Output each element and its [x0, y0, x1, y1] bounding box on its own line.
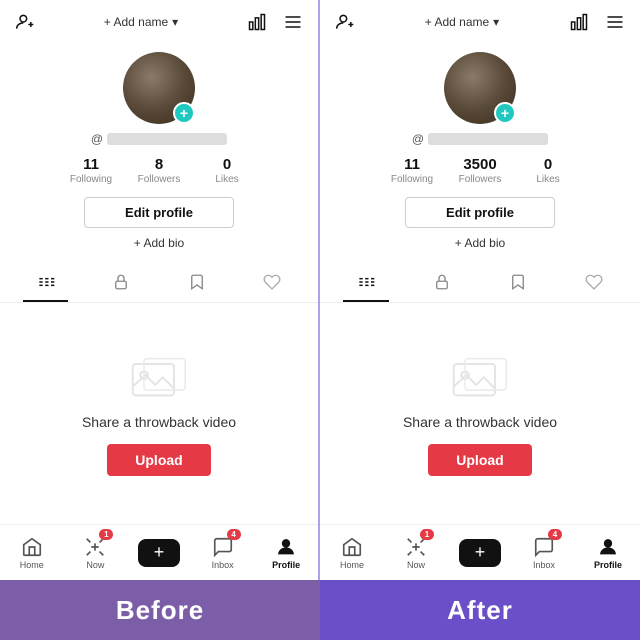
after-menu-icon[interactable]: [604, 11, 626, 33]
before-profile: + @ 11 Following 8 Followers 0 Likes: [0, 44, 318, 262]
after-avatar-add-icon[interactable]: +: [494, 102, 516, 124]
before-label: Before: [0, 580, 320, 640]
before-tabs: [0, 262, 318, 303]
before-following-stat[interactable]: 11 Following: [67, 156, 115, 185]
after-nav-inbox[interactable]: 4 Inbox: [512, 525, 576, 580]
before-avatar: +: [123, 52, 195, 124]
before-upload-button[interactable]: Upload: [107, 444, 210, 476]
after-panel: + Add name ▾ +: [320, 0, 640, 580]
after-tab-grid[interactable]: [328, 262, 404, 302]
before-add-bio-button[interactable]: + Add bio: [126, 234, 192, 252]
after-add-profile-icon[interactable]: [334, 11, 356, 33]
before-tab-bookmark[interactable]: [159, 262, 235, 302]
before-nav-now[interactable]: 1 Now: [64, 525, 128, 580]
after-add-name-button[interactable]: + Add name ▾: [425, 15, 499, 29]
before-nav-inbox[interactable]: 4 Inbox: [191, 525, 255, 580]
after-header: + Add name ▾: [320, 0, 640, 44]
throwback-icon: [129, 352, 189, 402]
before-stats: 11 Following 8 Followers 0 Likes: [67, 156, 251, 185]
after-throwback-icon: [450, 352, 510, 402]
before-bottom-nav: Home 1 Now + 4 Inbox: [0, 524, 318, 580]
before-inbox-badge: 4: [227, 529, 241, 540]
before-header: + Add name ▾: [0, 0, 318, 44]
before-tab-lock[interactable]: [84, 262, 160, 302]
after-avatar: +: [444, 52, 516, 124]
before-create-button[interactable]: +: [138, 539, 180, 567]
after-nav-home[interactable]: Home: [320, 525, 384, 580]
after-nav-create[interactable]: +: [448, 525, 512, 580]
after-followers-stat[interactable]: 3500 Followers: [456, 156, 504, 185]
after-profile: + @ 11 Following 3500 Followers 0 Likes: [320, 44, 640, 262]
before-username: @: [91, 132, 227, 146]
before-likes-stat[interactable]: 0 Likes: [203, 156, 251, 185]
before-tab-grid[interactable]: [8, 262, 84, 302]
after-tab-bookmark[interactable]: [480, 262, 556, 302]
after-nav-now[interactable]: 1 Now: [384, 525, 448, 580]
after-stats: 11 Following 3500 Followers 0 Likes: [388, 156, 572, 185]
after-tab-heart[interactable]: [556, 262, 632, 302]
before-content: Share a throwback video Upload: [0, 303, 318, 524]
after-throwback-text: Share a throwback video: [403, 414, 557, 430]
add-profile-icon[interactable]: [14, 11, 36, 33]
after-add-bio-button[interactable]: + Add bio: [447, 234, 513, 252]
before-followers-stat[interactable]: 8 Followers: [135, 156, 183, 185]
add-name-button[interactable]: + Add name ▾: [104, 15, 178, 29]
avatar-add-icon[interactable]: +: [173, 102, 195, 124]
before-nav-create[interactable]: +: [127, 525, 191, 580]
before-tab-heart[interactable]: [235, 262, 311, 302]
after-tabs: [320, 262, 640, 303]
after-bottom-nav: Home 1 Now + 4 Inbox: [320, 524, 640, 580]
label-bar: Before After: [0, 580, 640, 640]
after-create-button[interactable]: +: [459, 539, 501, 567]
after-inbox-badge: 4: [548, 529, 562, 540]
after-following-stat[interactable]: 11 Following: [388, 156, 436, 185]
analytics-icon[interactable]: [246, 11, 268, 33]
after-content: Share a throwback video Upload: [320, 303, 640, 524]
before-throwback-text: Share a throwback video: [82, 414, 236, 430]
before-edit-profile-button[interactable]: Edit profile: [84, 197, 234, 228]
menu-icon[interactable]: [282, 11, 304, 33]
after-upload-button[interactable]: Upload: [428, 444, 531, 476]
after-now-badge: 1: [420, 529, 434, 540]
after-label: After: [320, 580, 640, 640]
after-nav-profile[interactable]: Profile: [576, 525, 640, 580]
before-nav-profile[interactable]: Profile: [254, 525, 318, 580]
before-now-badge: 1: [99, 529, 113, 540]
after-edit-profile-button[interactable]: Edit profile: [405, 197, 555, 228]
after-likes-stat[interactable]: 0 Likes: [524, 156, 572, 185]
after-analytics-icon[interactable]: [568, 11, 590, 33]
after-username: @: [412, 132, 548, 146]
before-nav-home[interactable]: Home: [0, 525, 64, 580]
before-panel: + Add name ▾ +: [0, 0, 320, 580]
after-tab-lock[interactable]: [404, 262, 480, 302]
